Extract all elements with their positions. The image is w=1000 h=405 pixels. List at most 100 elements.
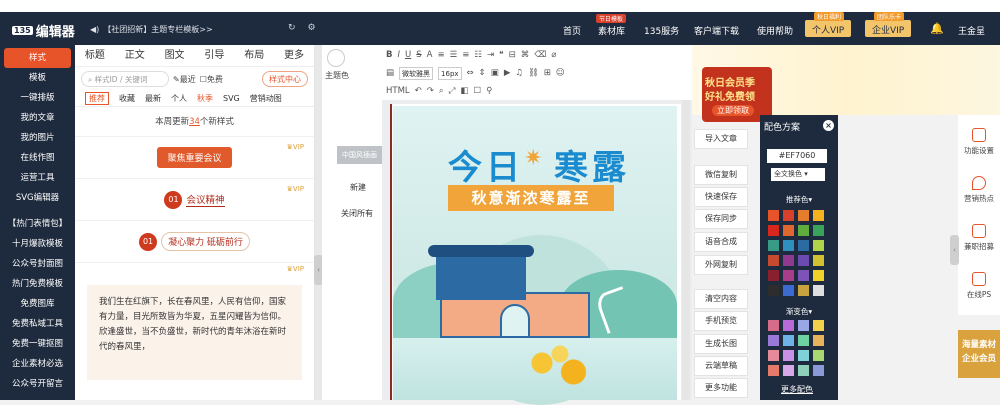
subtab-latest[interactable]: 最新 xyxy=(145,93,161,104)
color-swatch[interactable] xyxy=(798,365,809,376)
clear-content-button[interactable]: 清空内容 xyxy=(694,289,748,309)
update-count[interactable]: 34 xyxy=(189,117,200,127)
strikethrough-icon[interactable]: S xyxy=(416,50,421,60)
color-swatch[interactable] xyxy=(813,350,824,361)
import-article-button[interactable]: 导入文章 xyxy=(694,129,748,149)
sidebar-item-free-private-tools[interactable]: 免费私域工具 xyxy=(0,314,75,334)
subtab-personal[interactable]: 个人 xyxy=(171,93,187,104)
color-swatch[interactable] xyxy=(768,365,779,376)
bell-icon[interactable]: 🔔 xyxy=(930,22,944,35)
html-icon[interactable]: HTML xyxy=(386,86,410,96)
align-center-icon[interactable]: ☰ xyxy=(450,50,458,60)
refresh-icon[interactable]: ↻ xyxy=(288,23,296,33)
save-sync-button[interactable]: 保存同步 xyxy=(694,209,748,229)
quote-icon[interactable]: ❝ xyxy=(499,50,504,60)
wechat-copy-button[interactable]: 微信复制 xyxy=(694,165,748,185)
color-swatch[interactable] xyxy=(798,270,809,281)
color-swatch[interactable] xyxy=(813,365,824,376)
color-swatch[interactable] xyxy=(783,285,794,296)
color-swatch[interactable] xyxy=(783,320,794,331)
font-size-select[interactable]: 16px xyxy=(438,66,462,80)
tab-image-text[interactable]: 图文 xyxy=(155,45,195,66)
list-icon[interactable]: ☷ xyxy=(474,50,482,60)
phone-preview-button[interactable]: 手机预览 xyxy=(694,311,748,331)
cloud-draft-button[interactable]: 云端草稿 xyxy=(694,356,748,376)
sidebar-item-free-cutout[interactable]: 免费一键抠图 xyxy=(0,334,75,354)
subtab-autumn[interactable]: 秋季 xyxy=(197,93,213,104)
video-icon[interactable]: ▶ xyxy=(504,68,511,78)
sidebar-item-svg-editor[interactable]: SVG编辑器 xyxy=(0,188,75,208)
color-swatch[interactable] xyxy=(798,225,809,236)
color-swatch[interactable] xyxy=(783,270,794,281)
more-colors-link[interactable]: 更多配色 xyxy=(781,384,813,395)
subtab-svg[interactable]: SVG xyxy=(223,94,240,103)
color-swatch[interactable] xyxy=(783,255,794,266)
color-swatch[interactable] xyxy=(768,240,779,251)
color-swatch[interactable] xyxy=(768,255,779,266)
editor-scrollbar[interactable] xyxy=(682,100,690,400)
speech-synthesis-button[interactable]: 语音合成 xyxy=(694,232,748,252)
redo-icon[interactable]: ↷ xyxy=(427,86,434,96)
format-painter-icon[interactable]: ▤ xyxy=(386,68,394,78)
color-swatch[interactable] xyxy=(783,335,794,346)
color-swatch[interactable] xyxy=(798,285,809,296)
color-swatch[interactable] xyxy=(768,320,779,331)
color-apply-select[interactable]: 全文换色 ▾ xyxy=(771,168,825,181)
user-name[interactable]: 王金呈 xyxy=(958,24,985,37)
color-swatch[interactable] xyxy=(798,210,809,221)
sidebar-item-style[interactable]: 样式 xyxy=(4,48,71,68)
sidebar-item-enterprise-materials[interactable]: 企业素材必选 xyxy=(0,354,75,374)
subtab-marketing-gif[interactable]: 营销动图 xyxy=(250,93,282,104)
recent-toggle[interactable]: ✎最近 xyxy=(173,74,196,85)
chinese-style-tab[interactable]: 中国风插画 xyxy=(337,146,382,164)
color-swatch[interactable] xyxy=(813,270,824,281)
nav-service[interactable]: 135服务 xyxy=(644,24,679,37)
nav-download[interactable]: 客户端下载 xyxy=(694,24,739,37)
tab-title[interactable]: 标题 xyxy=(75,45,115,66)
tab-layout[interactable]: 布局 xyxy=(234,45,274,66)
tab-more[interactable]: 更多 xyxy=(274,45,314,66)
subtab-recommend[interactable]: 推荐 xyxy=(85,92,109,105)
tab-guide[interactable]: 引导 xyxy=(194,45,234,66)
marketing-hotspot-button[interactable]: 营销热点 xyxy=(958,176,1000,204)
long-image-button[interactable]: 生成长图 xyxy=(694,334,748,354)
format-icon[interactable]: ⌘ xyxy=(521,50,530,60)
color-swatch[interactable] xyxy=(813,255,824,266)
promo-cta-button[interactable]: 立即领取 xyxy=(712,105,754,116)
settings-icon[interactable]: ⚙ xyxy=(308,23,316,33)
undo-icon[interactable]: ↶ xyxy=(415,86,422,96)
sidebar-item-free-gallery[interactable]: 免费图库 xyxy=(0,294,75,314)
search-input[interactable]: ⌕ 样式ID / 关键词 xyxy=(81,71,169,87)
music-icon[interactable]: ♫ xyxy=(515,68,523,78)
sidebar-item-october-templates[interactable]: 十月爆款模板 xyxy=(0,234,75,254)
sidebar-item-my-images[interactable]: 我的图片 xyxy=(0,128,75,148)
color-swatch[interactable] xyxy=(783,225,794,236)
color-swatch[interactable] xyxy=(768,210,779,221)
quick-save-button[interactable]: 快速保存 xyxy=(694,187,748,207)
theme-color-circle[interactable] xyxy=(327,49,345,67)
color-swatch[interactable] xyxy=(813,285,824,296)
template-card[interactable]: ♛VIP xyxy=(75,263,314,277)
color-swatch[interactable] xyxy=(798,350,809,361)
font-color-icon[interactable]: A xyxy=(427,50,433,60)
color-swatch[interactable] xyxy=(813,210,824,221)
free-checkbox[interactable]: ☐免费 xyxy=(200,74,223,85)
color-swatch[interactable] xyxy=(768,225,779,236)
color-swatch[interactable] xyxy=(768,350,779,361)
template-card[interactable]: 01 凝心聚力 砥砺前行 xyxy=(75,221,314,263)
color-swatch[interactable] xyxy=(813,225,824,236)
color-swatch[interactable] xyxy=(783,350,794,361)
image-icon[interactable]: ▣ xyxy=(491,68,499,78)
tab-body[interactable]: 正文 xyxy=(115,45,155,66)
font-family-select[interactable]: 微软雅黑 xyxy=(399,66,434,80)
nav-materials[interactable]: 节日模板 素材库 xyxy=(596,14,627,37)
online-ps-button[interactable]: 在线PS xyxy=(958,272,1000,300)
color-swatch[interactable] xyxy=(768,285,779,296)
link-icon[interactable]: ⛓ xyxy=(528,68,539,78)
color-swatch[interactable] xyxy=(783,365,794,376)
color-swatch[interactable] xyxy=(798,255,809,266)
new-button[interactable]: 新建 xyxy=(350,182,366,193)
color-swatch[interactable] xyxy=(798,240,809,251)
preview-icon[interactable]: ◧ xyxy=(460,86,468,96)
align-left-icon[interactable]: ≡ xyxy=(437,50,444,60)
